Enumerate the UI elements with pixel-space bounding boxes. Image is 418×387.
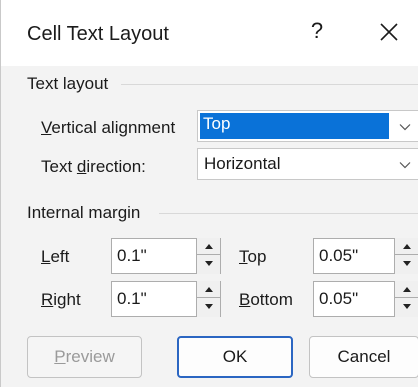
right-margin-spin-buttons [196, 281, 220, 317]
top-margin-spinner[interactable]: 0.05" [313, 238, 418, 274]
dialog-title: Cell Text Layout [27, 23, 169, 45]
left-margin-spin-buttons [196, 238, 220, 274]
triangle-down-icon [204, 304, 213, 309]
bottom-margin-label: Bottom [239, 290, 293, 309]
text-layout-divider [121, 84, 418, 85]
text-direction-label: Text direction: [41, 157, 146, 176]
ok-button[interactable]: OK [177, 336, 293, 378]
chevron-down-icon [399, 124, 411, 131]
right-margin-label: Right [41, 290, 81, 309]
text-direction-value: Horizontal [204, 154, 281, 173]
triangle-up-icon [204, 286, 213, 292]
spin-up-button[interactable] [395, 238, 418, 255]
triangle-up-icon [402, 243, 411, 249]
right-margin-spinner[interactable]: 0.1" [111, 281, 221, 317]
text-direction-select[interactable]: Horizontal [197, 148, 418, 180]
vertical-alignment-label: Vertical alignment [41, 118, 176, 137]
triangle-down-icon [402, 261, 411, 266]
vertical-alignment-value: Top [200, 113, 389, 139]
bottom-margin-spin-buttons [394, 281, 418, 317]
spin-up-button[interactable] [197, 281, 220, 298]
triangle-up-icon [204, 243, 213, 249]
preview-button[interactable]: Preview [27, 336, 142, 378]
triangle-down-icon [402, 304, 411, 309]
internal-margin-divider [159, 213, 418, 214]
internal-margin-section-label: Internal margin [27, 203, 141, 222]
spin-down-button[interactable] [395, 255, 418, 272]
top-margin-label: Top [239, 247, 267, 266]
triangle-up-icon [402, 286, 411, 292]
title-bar: Cell Text Layout ? [1, 0, 418, 66]
spin-down-button[interactable] [197, 298, 220, 315]
cell-text-layout-dialog: Cell Text Layout ? Text layout Vertical … [0, 0, 418, 387]
bottom-margin-spinner[interactable]: 0.05" [313, 281, 418, 317]
bottom-margin-value: 0.05" [319, 289, 359, 308]
left-margin-label: Left [41, 247, 70, 266]
spin-up-button[interactable] [395, 281, 418, 298]
spin-down-button[interactable] [197, 255, 220, 272]
top-margin-spin-buttons [394, 238, 418, 274]
right-margin-value: 0.1" [117, 289, 147, 308]
spin-up-button[interactable] [197, 238, 220, 255]
help-icon[interactable]: ? [307, 18, 327, 44]
top-margin-value: 0.05" [319, 246, 359, 265]
close-icon[interactable] [376, 19, 402, 45]
text-layout-section-label: Text layout [27, 74, 109, 93]
chevron-down-icon [399, 162, 411, 169]
spin-down-button[interactable] [395, 298, 418, 315]
vertical-alignment-select[interactable]: Top [197, 110, 418, 142]
triangle-down-icon [204, 261, 213, 266]
left-margin-spinner[interactable]: 0.1" [111, 238, 221, 274]
cancel-button[interactable]: Cancel [309, 336, 418, 378]
left-margin-value: 0.1" [117, 246, 147, 265]
